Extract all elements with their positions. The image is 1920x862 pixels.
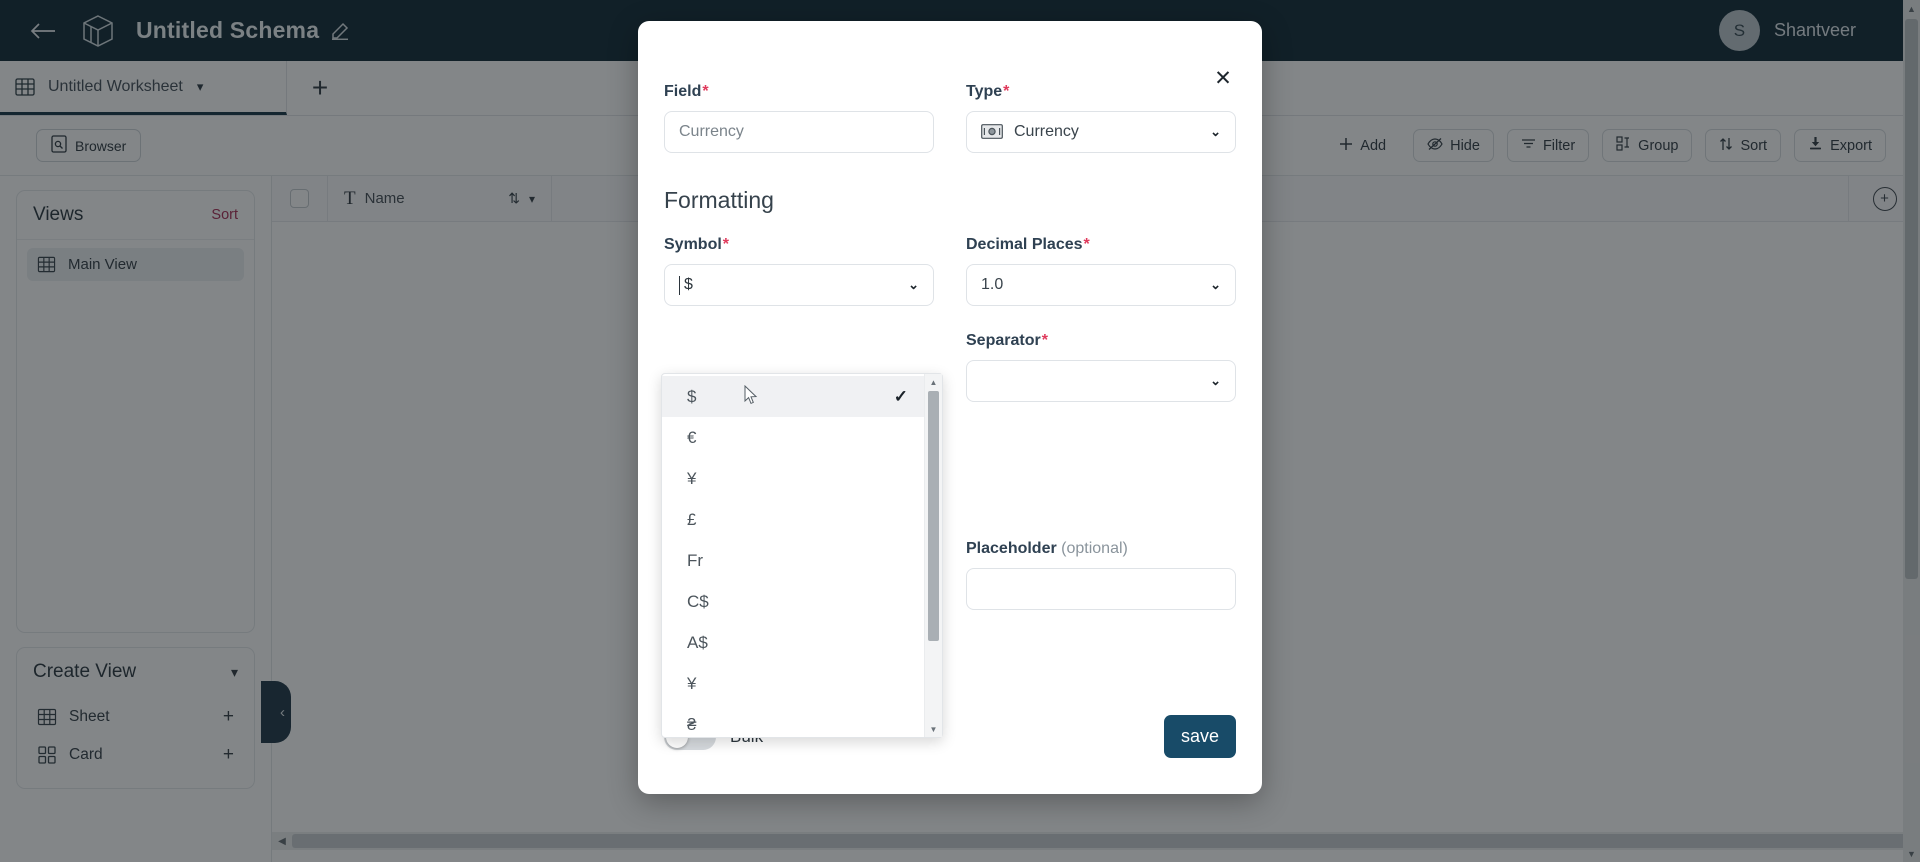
- symbol-option-label: €: [687, 427, 697, 447]
- symbol-options: $ ✓ € ¥ £ Fr C$ A$ ¥ ₴: [662, 374, 924, 737]
- money-icon: [981, 124, 1003, 140]
- symbol-option-label: C$: [687, 591, 709, 611]
- placeholder-label: Placeholder (optional): [966, 540, 1128, 557]
- symbol-option-label: $: [687, 386, 697, 406]
- triangle-down-icon[interactable]: ▼: [930, 721, 938, 737]
- edit-field-modal: ✕ Field* Currency Type* Currency ⌄ Forma…: [638, 21, 1262, 794]
- field-type-row: Field* Currency Type* Currency ⌄: [664, 83, 1236, 153]
- symbol-option[interactable]: C$: [662, 581, 924, 622]
- symbol-option[interactable]: ¥: [662, 458, 924, 499]
- symbol-dropdown-scrollbar[interactable]: ▲ ▼: [924, 374, 942, 737]
- chevron-down-icon[interactable]: ⌄: [1210, 277, 1221, 293]
- symbol-option-label: Fr: [687, 550, 704, 570]
- symbol-select[interactable]: $ ⌄: [664, 264, 934, 306]
- text-caret: [679, 275, 680, 295]
- field-type-group: Type* Currency ⌄: [966, 83, 1236, 153]
- symbol-option[interactable]: $ ✓: [662, 376, 924, 417]
- symbol-value: $: [684, 276, 693, 293]
- field-type-label: Type*: [966, 83, 1010, 100]
- close-icon[interactable]: ✕: [1210, 65, 1236, 91]
- symbol-option-label: ¥: [687, 673, 697, 693]
- symbol-decimal-row: Symbol* $ ⌄ Decimal Places* 1.0 ⌄: [664, 236, 1236, 306]
- placeholder-input[interactable]: [966, 568, 1236, 610]
- formatting-section-title: Formatting: [664, 187, 774, 213]
- save-button[interactable]: save: [1164, 715, 1236, 758]
- triangle-up-icon[interactable]: ▲: [930, 374, 938, 390]
- separator-label: Separator*: [966, 332, 1048, 349]
- symbol-option[interactable]: ¥: [662, 663, 924, 704]
- decimal-places-label: Decimal Places*: [966, 236, 1090, 253]
- symbol-group: Symbol* $ ⌄: [664, 236, 934, 306]
- symbol-label: Symbol*: [664, 236, 730, 253]
- symbol-option[interactable]: €: [662, 417, 924, 458]
- chevron-down-icon[interactable]: ⌄: [1210, 373, 1221, 389]
- symbol-option[interactable]: £: [662, 499, 924, 540]
- decimal-places-value: 1.0: [981, 276, 1004, 293]
- separator-select[interactable]: ⌄: [966, 360, 1236, 402]
- symbol-option-label: A$: [687, 632, 708, 652]
- placeholder-group: Placeholder (optional): [966, 540, 1236, 610]
- symbol-option-label: £: [687, 509, 697, 529]
- check-icon: ✓: [893, 386, 908, 406]
- field-name-group: Field* Currency: [664, 83, 934, 153]
- field-name-input[interactable]: Currency: [664, 111, 934, 153]
- symbol-option[interactable]: A$: [662, 622, 924, 663]
- separator-group: Separator* ⌄: [966, 332, 1236, 402]
- field-type-select[interactable]: Currency ⌄: [966, 111, 1236, 153]
- symbol-option-label: ¥: [687, 468, 697, 488]
- app-root: Untitled Schema S Shantveer Untitled Wor…: [0, 0, 1920, 862]
- field-name-label: Field*: [664, 83, 709, 100]
- symbol-scroll-thumb[interactable]: [928, 391, 939, 641]
- symbol-option[interactable]: ₴: [662, 704, 924, 737]
- symbol-option-label: ₴: [687, 714, 697, 734]
- decimal-places-select[interactable]: 1.0 ⌄: [966, 264, 1236, 306]
- field-type-value: Currency: [1014, 123, 1079, 140]
- chevron-down-icon[interactable]: ⌄: [1210, 124, 1221, 140]
- symbol-dropdown-list[interactable]: $ ✓ € ¥ £ Fr C$ A$ ¥ ₴ ▲ ▼: [661, 373, 943, 738]
- chevron-down-icon[interactable]: ⌄: [908, 277, 919, 293]
- decimal-places-group: Decimal Places* 1.0 ⌄: [966, 236, 1236, 306]
- symbol-option[interactable]: Fr: [662, 540, 924, 581]
